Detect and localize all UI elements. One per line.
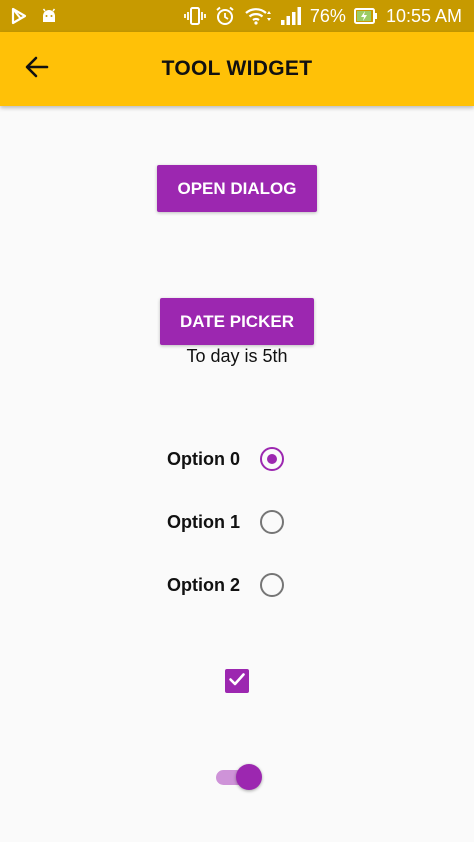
radio-label-option-1: Option 1 <box>167 512 240 532</box>
android-icon <box>40 7 58 25</box>
wifi-icon <box>244 6 272 26</box>
status-bar: 76% 10:55 AM <box>0 0 474 32</box>
date-picker-button[interactable]: DATE PICKER <box>160 298 314 345</box>
checkbox[interactable] <box>225 669 249 693</box>
battery-percent: 76% <box>309 5 346 26</box>
status-right-icons: 76% 10:55 AM <box>184 0 462 32</box>
radio-row-option-1: Option 1 <box>0 502 474 542</box>
radio-row-option-0: Option 0 <box>0 439 474 479</box>
app-bar: TOOL WIDGET <box>0 32 474 106</box>
cell-signal-icon <box>280 6 302 26</box>
radio-label-option-2: Option 2 <box>167 575 240 595</box>
radio-row-option-2: Option 2 <box>0 565 474 605</box>
radio-label-option-0: Option 0 <box>167 449 240 469</box>
switch-thumb <box>236 764 262 790</box>
play-store-icon <box>10 7 28 25</box>
vibrate-icon <box>184 6 206 26</box>
status-left-icons <box>10 0 58 32</box>
radio-option-1[interactable] <box>260 510 284 534</box>
checkmark-icon <box>227 669 247 694</box>
radio-option-2[interactable] <box>260 573 284 597</box>
alarm-icon <box>214 6 236 26</box>
toggle-switch[interactable] <box>214 763 264 791</box>
open-dialog-button[interactable]: OPEN DIALOG <box>157 165 317 212</box>
page-title: TOOL WIDGET <box>161 57 313 80</box>
clock: 10:55 AM <box>385 5 462 26</box>
battery-charging-icon <box>353 6 378 26</box>
back-button[interactable] <box>18 50 56 88</box>
date-text: To day is 5th <box>186 346 288 366</box>
arrow-back-icon <box>24 54 50 85</box>
radio-option-0[interactable] <box>260 447 284 471</box>
